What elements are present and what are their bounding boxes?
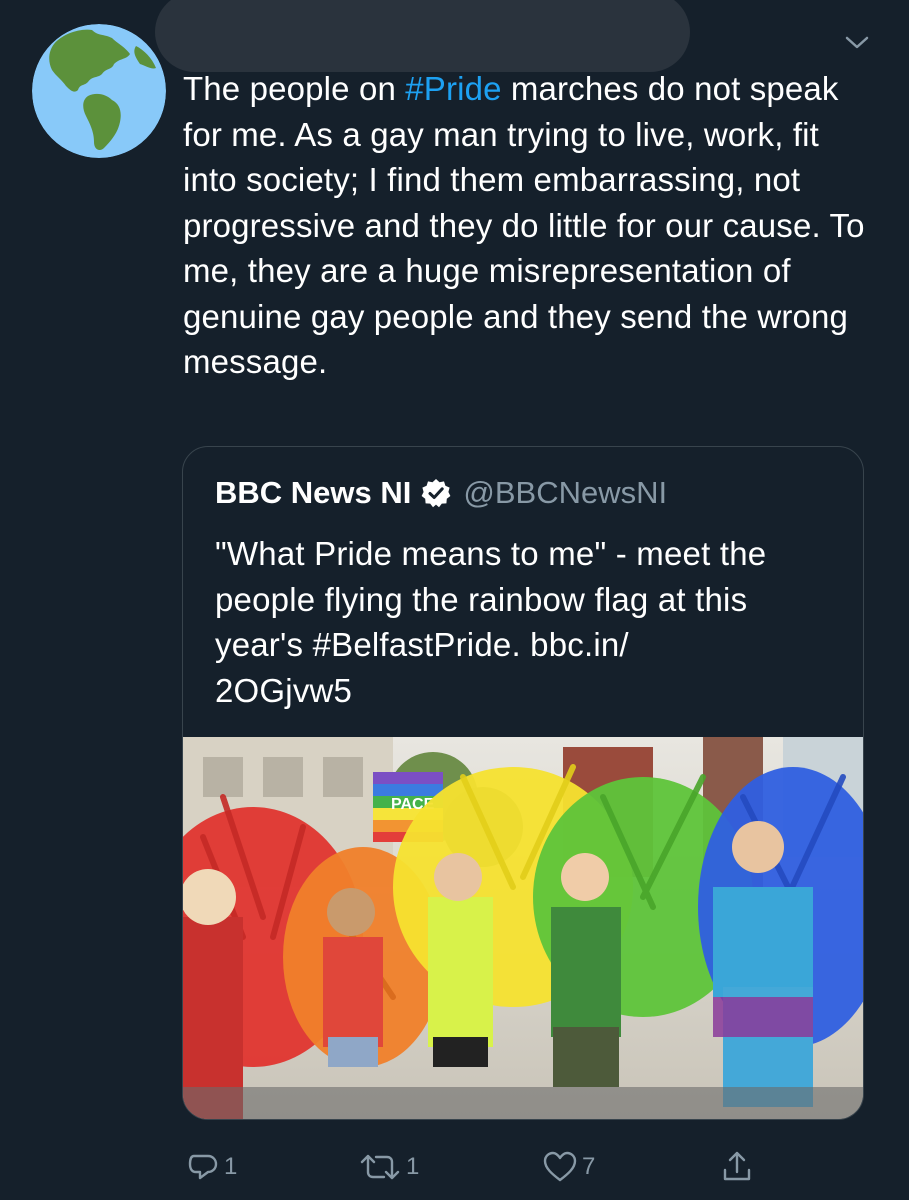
reply-icon	[188, 1154, 218, 1180]
chevron-down-icon[interactable]	[842, 30, 872, 54]
hashtag-link[interactable]: #Pride	[405, 70, 501, 107]
quoted-author-handle: @BBCNewsNI	[463, 475, 668, 510]
quoted-text-line-2: people flying the rainbow flag at this	[215, 580, 748, 618]
reply-count: 1	[224, 1153, 238, 1180]
avatar[interactable]	[32, 24, 166, 158]
quoted-text-line-4: 2OGjvw5	[215, 671, 353, 709]
like-button[interactable]: 7	[542, 1150, 595, 1184]
retweet-icon	[360, 1154, 400, 1180]
reply-button[interactable]: 1	[186, 1150, 237, 1184]
retweet-count: 1	[406, 1153, 420, 1180]
tweet-text-rest: marches do not speak for me. As a gay ma…	[183, 70, 865, 380]
heart-icon	[543, 1151, 577, 1182]
tweet-actions: 1 1 7	[0, 1140, 909, 1196]
share-icon	[723, 1151, 751, 1181]
globe-americas-icon	[32, 24, 166, 158]
quoted-text-line-1: "What Pride means to me" - meet the	[215, 535, 767, 572]
tweet-text: The people on #Pride marches do not spea…	[183, 66, 873, 385]
quoted-tweet-card[interactable]: BBC News NI @BBCNewsNI "What Pride means…	[182, 446, 864, 1120]
like-count: 7	[582, 1153, 596, 1180]
share-button[interactable]	[720, 1150, 754, 1184]
quoted-tweet-header: BBC News NI @BBCNewsNI	[215, 473, 667, 513]
redacted-username-bar	[155, 0, 690, 72]
quoted-tweet-text: "What Pride means to me" - meet the peop…	[215, 531, 845, 713]
tweet-text-start: The people on	[183, 70, 406, 107]
quoted-text-line-3: year's #BelfastPride. bbc.in/	[215, 626, 629, 663]
quoted-author-name: BBC News NI	[215, 475, 412, 510]
retweet-button[interactable]: 1	[358, 1150, 419, 1184]
verified-badge-icon	[421, 479, 451, 508]
pride-parade-photo[interactable]: PACE	[183, 737, 864, 1120]
